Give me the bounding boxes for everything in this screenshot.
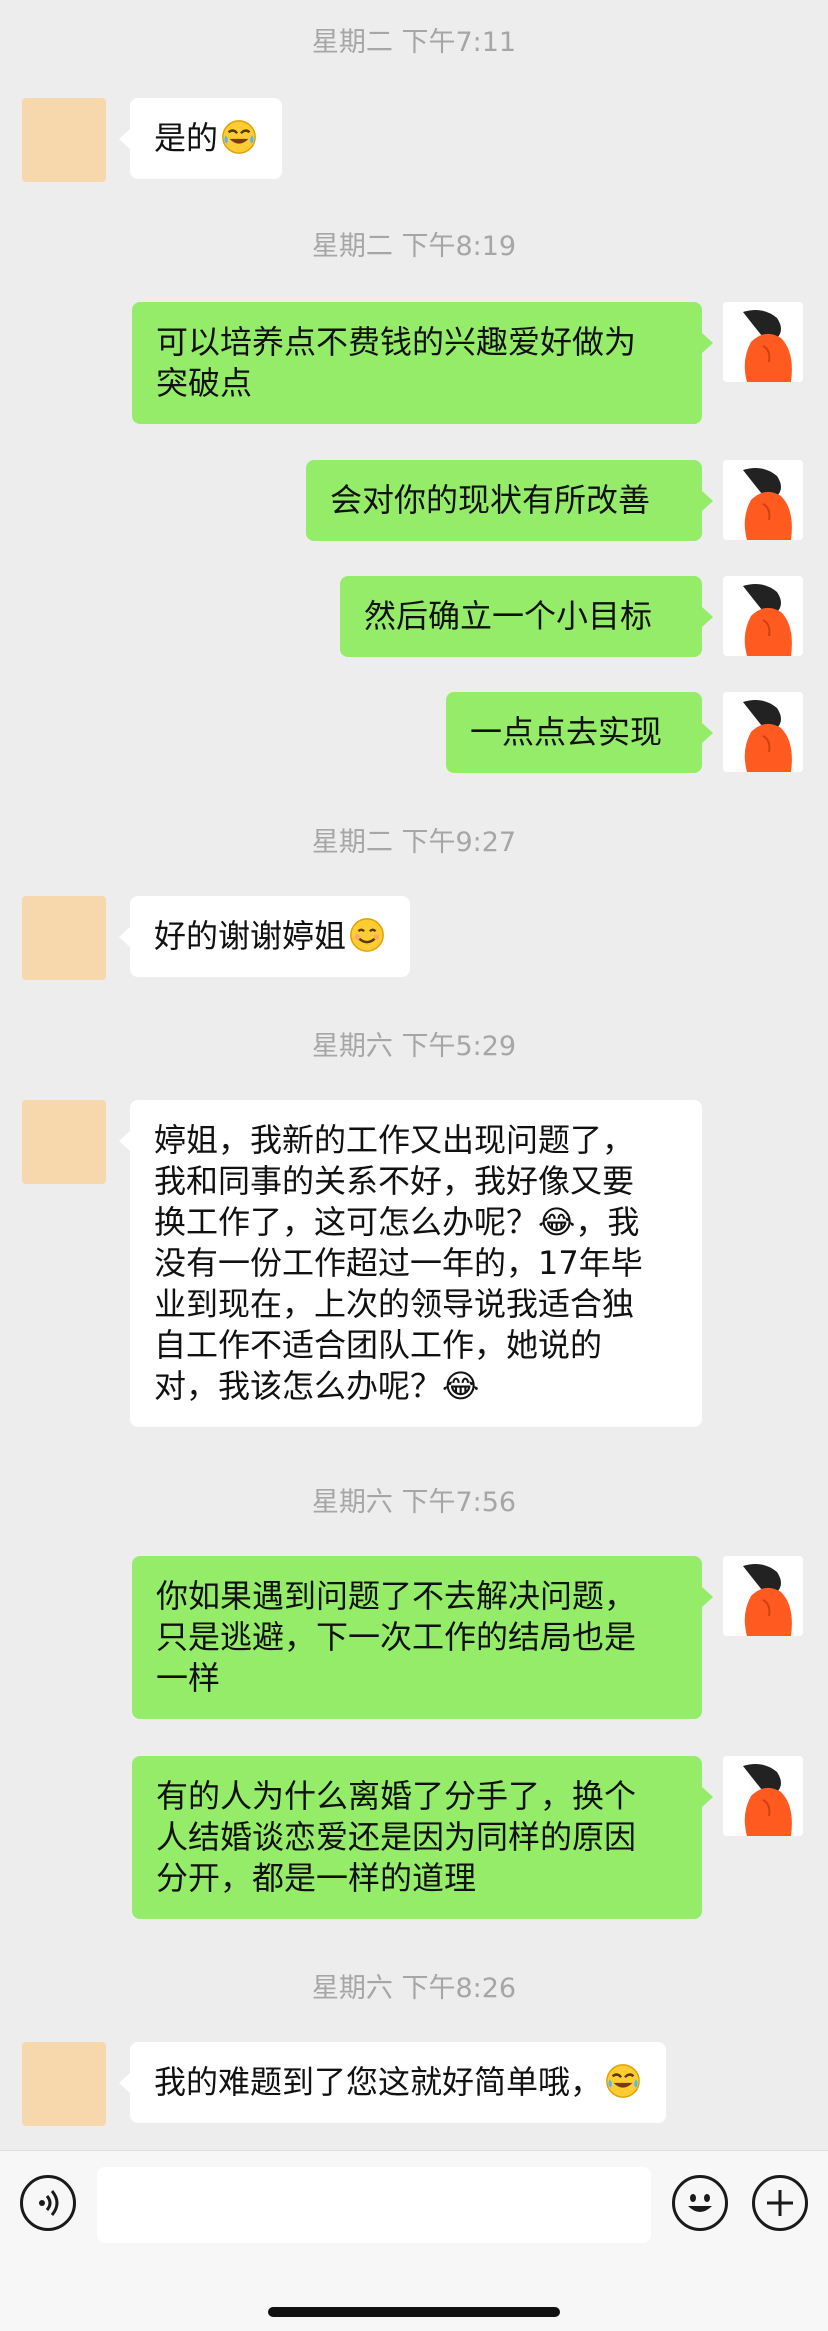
timestamp: 星期六 下午7:56 xyxy=(311,1487,517,1518)
home-indicator[interactable] xyxy=(268,2307,560,2317)
message-bubble-sent[interactable]: 然后确立一个小目标 xyxy=(340,576,713,657)
timestamp: 星期六 下午8:26 xyxy=(311,1973,517,2004)
voice-icon[interactable] xyxy=(20,2175,76,2231)
chat-area[interactable]: 星期二 下午7:11 是的 星期二 下午8:19 可以培养点不费钱的兴趣爱好做为… xyxy=(0,0,828,2150)
avatar[interactable] xyxy=(22,896,106,980)
rofl-emoji-icon xyxy=(222,120,256,154)
emoji-picker-icon[interactable] xyxy=(672,2175,728,2231)
message-text: 有的人为什么离婚了分手了，换个 人结婚谈恋爱还是因为同样的原因 分开，都是一样的… xyxy=(156,1777,637,1897)
message-text: 婷姐，我新的工作又出现问题了， 我和同事的关系不好，我好像又要 换工作了，这可怎… xyxy=(154,1121,643,1405)
message-text: 是的 xyxy=(154,119,219,157)
message-input[interactable] xyxy=(97,2167,651,2243)
avatar[interactable] xyxy=(723,692,803,772)
message-text: 可以培养点不费钱的兴趣爱好做为 突破点 xyxy=(156,323,637,402)
message-text: 然后确立一个小目标 xyxy=(364,597,653,635)
avatar[interactable] xyxy=(723,576,803,656)
message-bubble-sent[interactable]: 会对你的现状有所改善 xyxy=(306,460,713,541)
message-text: 会对你的现状有所改善 xyxy=(330,481,651,519)
message-text: 你如果遇到问题了不去解决问题， 只是逃避，下一次工作的结局也是 一样 xyxy=(156,1577,637,1697)
message-bubble-sent[interactable]: 你如果遇到问题了不去解决问题， 只是逃避，下一次工作的结局也是 一样 xyxy=(132,1556,713,1719)
message-bubble-sent[interactable]: 一点点去实现 xyxy=(446,692,713,773)
avatar[interactable] xyxy=(723,1556,803,1636)
message-bubble-sent[interactable]: 可以培养点不费钱的兴趣爱好做为 突破点 xyxy=(132,302,713,424)
avatar[interactable] xyxy=(22,2042,106,2126)
message-text: 好的谢谢婷姐 xyxy=(154,917,347,955)
timestamp: 星期二 下午8:19 xyxy=(311,231,517,262)
message-bubble-sent[interactable]: 有的人为什么离婚了分手了，换个 人结婚谈恋爱还是因为同样的原因 分开，都是一样的… xyxy=(132,1756,713,1919)
avatar[interactable] xyxy=(723,460,803,540)
timestamp: 星期二 下午7:11 xyxy=(311,27,517,58)
avatar[interactable] xyxy=(723,1756,803,1836)
message-text: 我的难题到了您这就好简单哦， xyxy=(154,2063,603,2101)
message-text: 一点点去实现 xyxy=(470,713,663,751)
message-bubble-received[interactable]: 是的 xyxy=(118,98,283,179)
smile-emoji-icon xyxy=(350,918,384,952)
message-bubble-received[interactable]: 我的难题到了您这就好简单哦， xyxy=(118,2042,667,2123)
timestamp: 星期二 下午9:27 xyxy=(311,827,517,858)
message-bubble-received[interactable]: 婷姐，我新的工作又出现问题了， 我和同事的关系不好，我好像又要 换工作了，这可怎… xyxy=(119,1100,702,1427)
avatar[interactable] xyxy=(22,98,106,182)
timestamp: 星期六 下午5:29 xyxy=(311,1031,517,1062)
rofl-emoji-icon xyxy=(606,2064,640,2098)
avatar[interactable] xyxy=(22,1100,106,1184)
plus-icon[interactable] xyxy=(752,2175,808,2231)
avatar[interactable] xyxy=(723,302,803,382)
message-bubble-received[interactable]: 好的谢谢婷姐 xyxy=(118,896,411,977)
input-bar xyxy=(0,2150,828,2331)
